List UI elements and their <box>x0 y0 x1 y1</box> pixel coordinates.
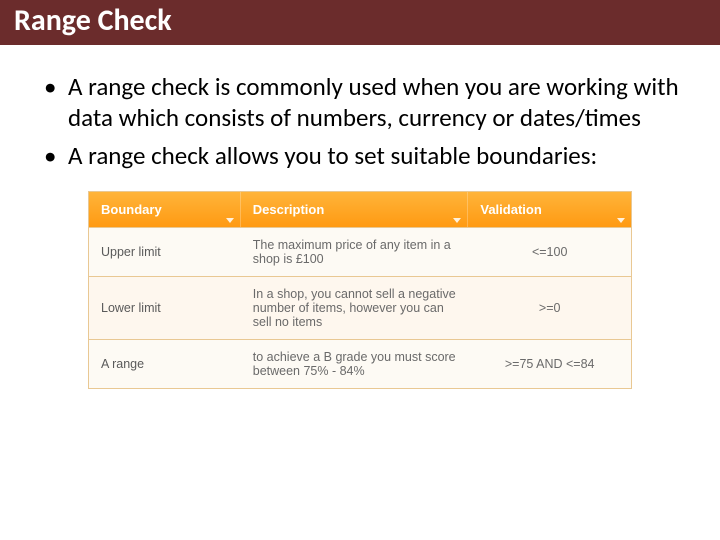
cell-validation: <=100 <box>468 235 631 269</box>
cell-boundary: Upper limit <box>89 235 241 269</box>
table-header-description: Description <box>241 192 469 227</box>
cell-boundary: A range <box>89 347 241 381</box>
table-row: A range to achieve a B grade you must sc… <box>89 339 631 388</box>
bullet-text: A range check allows you to set suitable… <box>68 140 597 171</box>
bullet-item: A range check allows you to set suitable… <box>40 140 680 171</box>
cell-description: The maximum price of any item in a shop … <box>241 228 469 276</box>
table-header-row: Boundary Description Validation <box>89 192 631 227</box>
table-row: Upper limit The maximum price of any ite… <box>89 227 631 276</box>
slide-body: A range check is commonly used when you … <box>0 45 720 389</box>
title-bar: Range Check <box>0 0 720 45</box>
range-table: Boundary Description Validation Upper li… <box>88 191 632 389</box>
cell-validation: >=0 <box>468 291 631 325</box>
sort-icon <box>617 218 625 223</box>
table-header-boundary: Boundary <box>89 192 241 227</box>
slide: Range Check A range check is commonly us… <box>0 0 720 540</box>
slide-title: Range Check <box>14 2 172 39</box>
cell-description: In a shop, you cannot sell a negative nu… <box>241 277 469 339</box>
cell-boundary: Lower limit <box>89 291 241 325</box>
bullet-item: A range check is commonly used when you … <box>40 71 680 134</box>
bullet-text: A range check is commonly used when you … <box>68 71 679 133</box>
sort-icon <box>226 218 234 223</box>
header-label: Validation <box>480 202 541 217</box>
sort-icon <box>453 218 461 223</box>
bullet-list: A range check is commonly used when you … <box>40 71 680 171</box>
cell-description: to achieve a B grade you must score betw… <box>241 340 469 388</box>
header-label: Boundary <box>101 202 162 217</box>
cell-validation: >=75 AND <=84 <box>468 347 631 381</box>
table-header-validation: Validation <box>468 192 631 227</box>
table-row: Lower limit In a shop, you cannot sell a… <box>89 276 631 339</box>
header-label: Description <box>253 202 325 217</box>
